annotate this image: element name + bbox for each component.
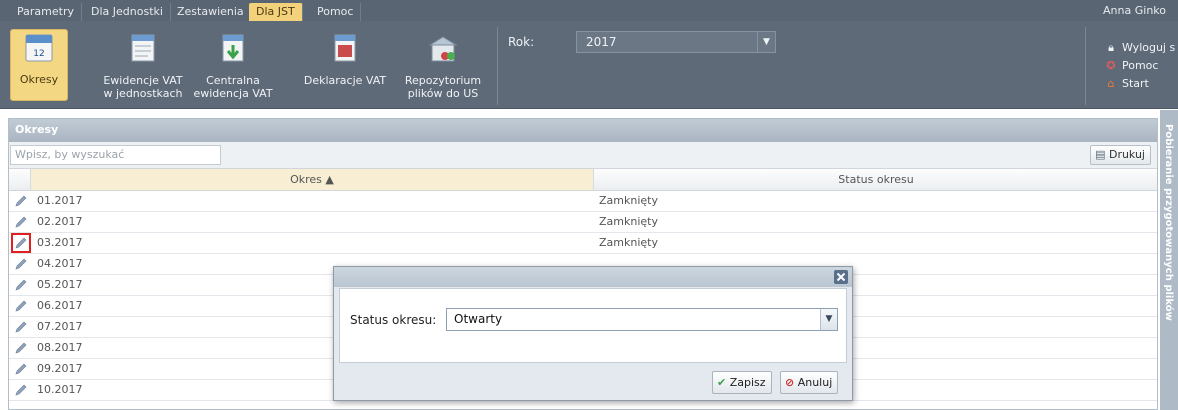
save-button[interactable]: ✔ Zapisz [712,371,772,394]
okres-cell: 08.2017 [37,341,83,354]
close-icon[interactable] [834,270,848,284]
ribbon-divider [497,27,498,105]
ribbon-toolbar: 12 Okresy Ewidencje VAT w jednostkach Ce… [0,21,1178,109]
printer-icon: ▤ [1095,148,1106,161]
tab-dla-jednostki[interactable]: Dla Jednostki [84,3,171,21]
edit-pencil-icon[interactable] [14,278,28,292]
status-value: Otwarty [454,312,503,326]
ewidencje-vat-label: Ewidencje VAT w jednostkach [103,74,183,100]
tab-dla-jst[interactable]: Dla JST [249,3,303,21]
column-header-status[interactable]: Status okresu [595,169,1157,190]
table-row[interactable]: 02.2017 Zamknięty [9,212,1157,233]
deklaracje-vat-button[interactable]: Deklaracje VAT [302,31,388,87]
status-cell: Zamknięty [599,194,658,207]
grid-header: Okres ▲ Status okresu [9,169,1157,191]
edit-pencil-icon[interactable] [14,320,28,334]
vat-register-icon [131,34,155,62]
okres-cell: 05.2017 [37,278,83,291]
panel-toolbar: Wpisz, by wyszukać ▤ Drukuj [9,142,1157,169]
cancel-label: Anuluj [797,376,833,389]
start-link[interactable]: ⌂ Start [1105,77,1149,90]
dialog-header [334,267,852,287]
ewidencje-vat-button[interactable]: Ewidencje VAT w jednostkach [100,31,186,100]
edit-pencil-icon[interactable] [14,341,28,355]
cancel-icon: ⊘ [785,376,795,389]
okres-cell: 01.2017 [37,194,83,207]
okresy-label: Okresy [19,73,59,86]
okresy-button[interactable]: 12 Okresy [10,29,68,101]
chevron-down-icon[interactable]: ▼ [820,309,837,330]
centralna-ewidencja-button[interactable]: Centralna ewidencja VAT [190,31,276,100]
edit-pencil-icon[interactable] [14,257,28,271]
search-input[interactable]: Wpisz, by wyszukać [10,145,221,165]
side-panel-collapsed[interactable]: Pobieranie przygotowanych plików [1160,110,1178,410]
edit-pencil-icon[interactable] [14,215,28,229]
logout-link[interactable]: 🔒︎ Wyloguj s [1105,41,1175,55]
lock-icon: 🔒︎ [1108,41,1114,54]
svg-text:12: 12 [33,49,44,59]
status-label: Status okresu: [350,313,437,327]
home-icon: ⌂ [1107,77,1115,90]
panel-title: Okresy [9,119,1157,142]
okres-cell: 03.2017 [37,236,83,249]
help-label: Pomoc [1122,59,1159,72]
tab-zestawienia[interactable]: Zestawienia [170,3,252,21]
repository-icon [428,36,458,62]
check-icon: ✔ [717,376,727,389]
start-label: Start [1122,77,1149,90]
edit-pencil-icon[interactable] [14,362,28,376]
status-select[interactable]: Otwarty ▼ [446,308,838,331]
rok-select[interactable]: 2017 ▼ [576,31,776,53]
central-register-icon [222,34,244,62]
status-dialog: Status okresu: Otwarty ▼ ✔ Zapisz ⊘ Anul… [333,266,853,401]
deklaracje-vat-label: Deklaracje VAT [303,74,387,87]
edit-pencil-icon[interactable] [14,299,28,313]
user-name: Anna Ginko [1103,4,1166,17]
status-cell: Zamknięty [599,236,658,249]
okres-cell: 06.2017 [37,299,83,312]
okres-cell: 10.2017 [37,383,83,396]
tab-pomoc[interactable]: Pomoc [310,3,362,21]
save-label: Zapisz [729,376,766,389]
header-edit-column [9,169,31,190]
calendar-icon: 12 [25,34,53,62]
edit-pencil-icon[interactable] [14,194,28,208]
rok-label: Rok: [508,35,535,49]
print-button[interactable]: ▤ Drukuj [1090,145,1151,165]
help-link[interactable]: ✪ Pomoc [1105,59,1158,72]
repozytorium-label: Repozytorium plików do US [404,74,482,100]
okres-cell: 09.2017 [37,362,83,375]
ribbon-divider-right [1085,27,1086,105]
cancel-button[interactable]: ⊘ Anuluj [780,371,839,394]
status-cell: Zamknięty [599,215,658,228]
okres-cell: 04.2017 [37,257,83,270]
edit-pencil-icon[interactable] [14,383,28,397]
table-row[interactable]: 03.2017 Zamknięty [9,233,1157,254]
side-panel-title: Pobieranie przygotowanych plików [1163,124,1174,321]
print-label: Drukuj [1108,148,1145,161]
top-menu-bar: Parametry Dla Jednostki Zestawienia Dla … [0,0,1178,21]
column-header-okres[interactable]: Okres ▲ [31,169,594,190]
repozytorium-button[interactable]: Repozytorium plików do US [400,31,486,100]
okres-cell: 07.2017 [37,320,83,333]
centralna-ewidencja-label: Centralna ewidencja VAT [193,74,273,100]
edit-pencil-icon[interactable] [11,233,31,253]
tab-parametry[interactable]: Parametry [10,3,82,21]
rok-value: 2017 [586,35,617,49]
logout-label: Wyloguj s [1122,41,1176,54]
okres-cell: 02.2017 [37,215,83,228]
chevron-down-icon[interactable]: ▼ [757,32,775,52]
table-row[interactable]: 01.2017 Zamknięty [9,191,1157,212]
lifebuoy-icon: ✪ [1106,59,1116,72]
vat-declaration-icon [334,34,356,62]
dialog-body: Status okresu: Otwarty ▼ [339,288,847,363]
